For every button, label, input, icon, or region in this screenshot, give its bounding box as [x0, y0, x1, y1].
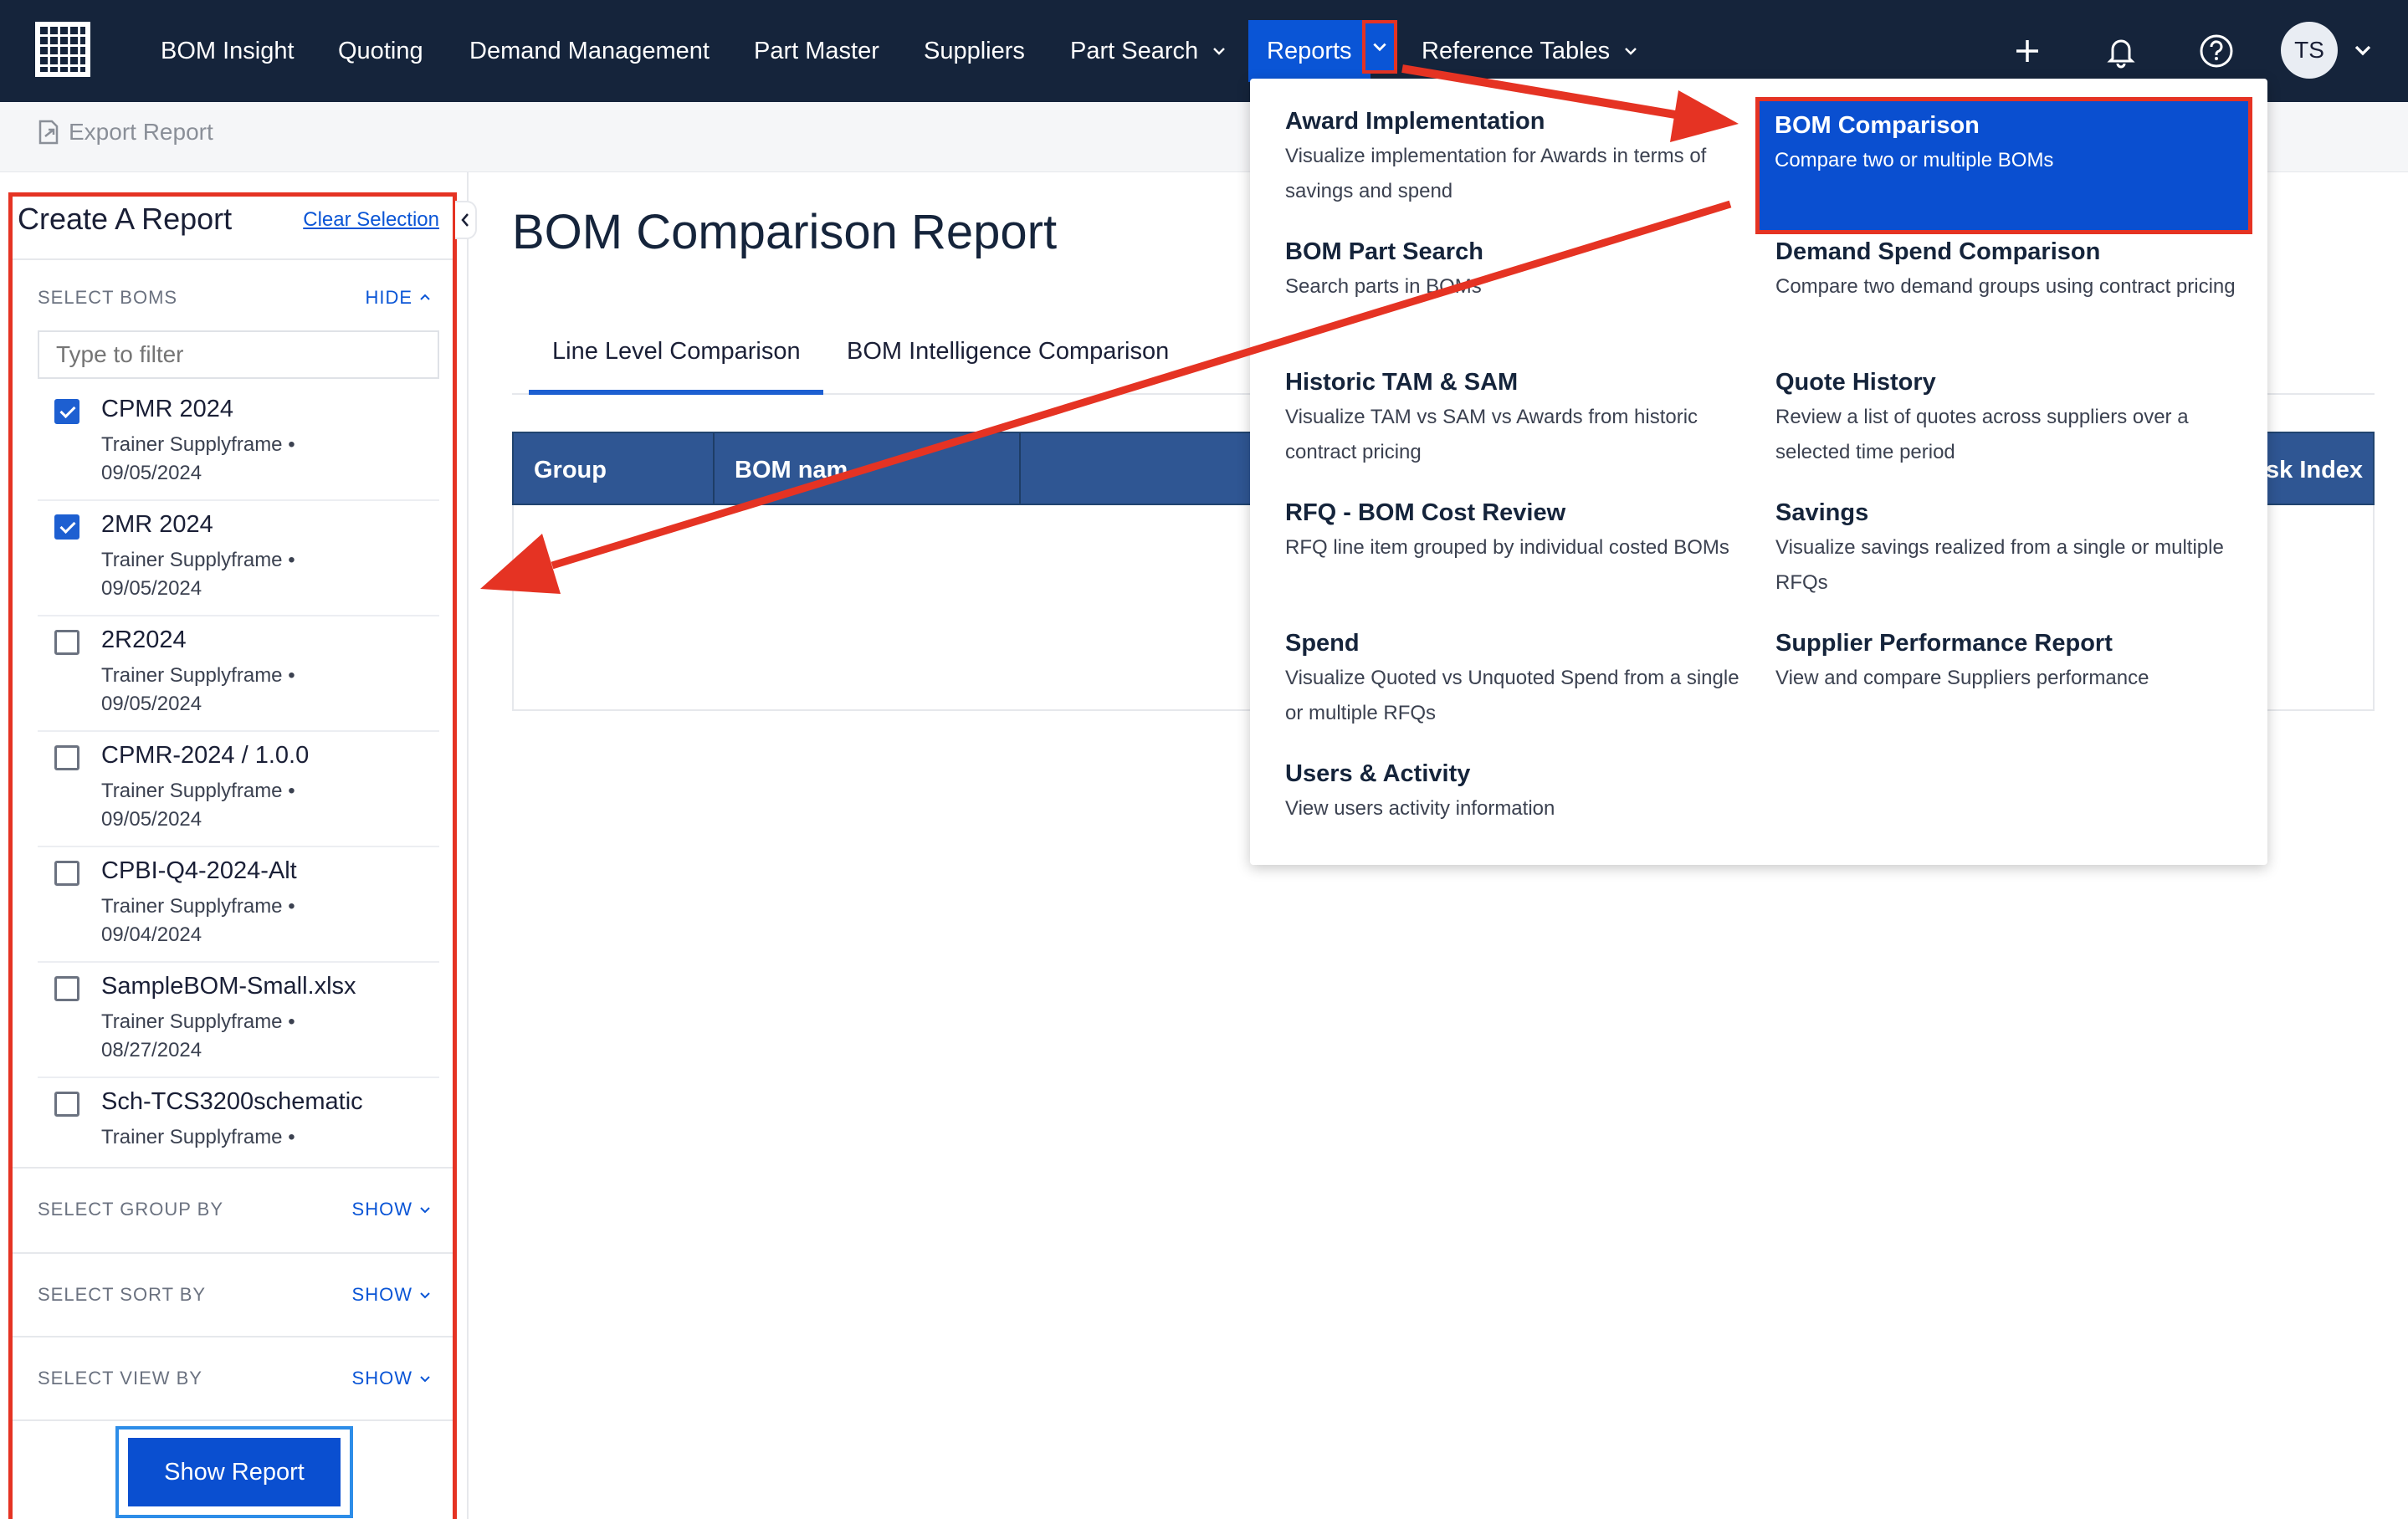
bom-filter-input[interactable] — [38, 330, 439, 379]
chevron-down-icon[interactable] — [2353, 40, 2373, 60]
menu-item-bom-comparison[interactable]: BOM Comparison Compare two or multiple B… — [1755, 97, 2252, 234]
menu-item-rfq-bom-cost-review[interactable]: RFQ - BOM Cost Review RFQ line item grou… — [1285, 495, 1754, 565]
nav-part-master[interactable]: Part Master — [754, 0, 879, 102]
bom-list-item[interactable]: CPMR 2024 Trainer Supplyframe • 09/05/202… — [38, 387, 439, 501]
collapse-panel-button[interactable] — [455, 201, 477, 239]
chevron-left-icon — [461, 213, 469, 227]
panel-title: Create A Report — [18, 202, 233, 236]
menu-item-spend[interactable]: Spend Visualize Quoted vs Unquoted Spend… — [1285, 626, 1754, 731]
column-header-bom-name[interactable]: BOM nam — [735, 457, 848, 484]
bom-name: CPMR-2024 / 1.0.0 — [101, 742, 310, 769]
group-by-label: SELECT GROUP BY — [38, 1199, 224, 1220]
bom-checkbox[interactable] — [54, 514, 79, 540]
bom-checkbox[interactable] — [54, 745, 79, 770]
nav-quoting[interactable]: Quoting — [338, 0, 423, 102]
chevron-down-icon — [420, 1376, 430, 1383]
chevron-down-icon — [420, 1292, 430, 1299]
show-report-highlight: Show Report — [115, 1426, 353, 1518]
reports-dropdown-toggle[interactable] — [1362, 20, 1397, 74]
user-avatar[interactable]: TS — [2281, 22, 2338, 79]
bom-checkbox[interactable] — [54, 1092, 79, 1117]
nav-suppliers[interactable]: Suppliers — [924, 0, 1025, 102]
bom-list-item[interactable]: CPBI-Q4-2024-Alt Trainer Supplyframe • 09… — [38, 849, 439, 963]
bom-checkbox[interactable] — [54, 976, 79, 1001]
bom-meta: Trainer Supplyframe • 09/04/2024 — [101, 895, 295, 946]
divider — [13, 1252, 453, 1254]
column-separator — [713, 433, 715, 504]
nav-part-search[interactable]: Part Search — [1070, 0, 1227, 102]
export-file-icon — [38, 120, 59, 145]
bom-list-item[interactable]: SampleBOM-Small.xlsx Trainer Supplyframe… — [38, 964, 439, 1078]
chevron-down-icon — [1625, 48, 1637, 55]
column-header-risk-index[interactable]: sk Index — [2266, 457, 2363, 484]
group-by-toggle[interactable]: SHOW — [352, 1199, 431, 1220]
export-report-button[interactable]: Export Report — [37, 119, 213, 146]
active-tab-indicator — [529, 390, 823, 395]
bom-checkbox[interactable] — [54, 399, 79, 424]
bom-name: CPMR 2024 — [101, 396, 233, 422]
divider — [13, 1167, 453, 1169]
divider — [13, 1336, 453, 1337]
chevron-down-icon — [1373, 43, 1386, 52]
bom-name: 2MR 2024 — [101, 511, 213, 538]
bom-list-item[interactable]: CPMR-2024 / 1.0.0 Trainer Supplyframe • 0… — [38, 734, 439, 847]
clear-selection-link[interactable]: Clear Selection — [303, 208, 439, 232]
bom-meta: Trainer Supplyframe • 09/05/2024 — [101, 549, 295, 600]
bom-name: Sch-TCS3200schematic — [101, 1088, 363, 1115]
bom-list-item[interactable]: 2R2024 Trainer Supplyframe • 09/05/2024 — [38, 618, 439, 732]
menu-item-bom-part-search[interactable]: BOM Part Search Search parts in BOMs — [1285, 234, 1754, 304]
chevron-down-icon — [1213, 48, 1226, 55]
bom-checkbox[interactable] — [54, 861, 79, 886]
bom-name: SampleBOM-Small.xlsx — [101, 973, 356, 1000]
sidebar-border — [467, 172, 469, 1519]
bom-name: 2R2024 — [101, 627, 187, 653]
nav-demand-management[interactable]: Demand Management — [469, 0, 710, 102]
help-icon[interactable] — [2197, 32, 2236, 70]
menu-item-savings[interactable]: Savings Visualize savings realized from … — [1775, 495, 2244, 601]
show-report-button[interactable]: Show Report — [128, 1438, 341, 1506]
view-by-label: SELECT VIEW BY — [38, 1368, 202, 1389]
menu-item-quote-history[interactable]: Quote History Review a list of quotes ac… — [1775, 365, 2244, 470]
menu-item-demand-spend-comparison[interactable]: Demand Spend Comparison Compare two dema… — [1775, 234, 2244, 304]
bom-name: CPBI-Q4-2024-Alt — [101, 857, 297, 884]
nav-bom-insight[interactable]: BOM Insight — [161, 0, 295, 102]
plus-icon[interactable] — [2008, 32, 2047, 70]
bom-meta: Trainer Supplyframe • 09/05/2024 — [101, 780, 295, 831]
menu-item-users-activity[interactable]: Users & Activity View users activity inf… — [1285, 756, 1754, 826]
column-separator — [1019, 433, 1021, 504]
nav-reports[interactable]: Reports — [1248, 20, 1371, 82]
menu-item-historic-tam-sam[interactable]: Historic TAM & SAM Visualize TAM vs SAM … — [1285, 365, 1754, 470]
divider — [13, 258, 453, 260]
menu-item-supplier-performance-report[interactable]: Supplier Performance Report View and com… — [1775, 626, 2244, 696]
sort-by-toggle[interactable]: SHOW — [352, 1284, 431, 1306]
view-by-toggle[interactable]: SHOW — [352, 1368, 431, 1389]
bom-meta: Trainer Supplyframe • 08/27/2024 — [101, 1010, 295, 1061]
divider — [13, 1419, 453, 1421]
tab-bom-intelligence-comparison[interactable]: BOM Intelligence Comparison — [847, 338, 1169, 366]
bell-icon[interactable] — [2102, 32, 2140, 70]
chevron-down-icon — [420, 1207, 430, 1214]
tab-line-level-comparison[interactable]: Line Level Comparison — [552, 338, 801, 366]
column-header-group[interactable]: Group — [534, 457, 607, 484]
reports-menu: Award Implementation Visualize implement… — [1250, 79, 2267, 865]
bom-meta: Trainer Supplyframe • 09/05/2024 — [101, 664, 295, 715]
app-logo-icon[interactable] — [35, 22, 90, 77]
bom-checkbox[interactable] — [54, 630, 79, 655]
create-report-panel: Create A Report Clear Selection SELECT B… — [8, 192, 457, 1519]
bom-meta: Trainer Supplyframe • 09/05/2024 — [101, 433, 295, 484]
sort-by-label: SELECT SORT BY — [38, 1284, 207, 1305]
bom-meta: Trainer Supplyframe • — [101, 1126, 295, 1148]
bom-list-item[interactable]: Sch-TCS3200schematic Trainer Supplyframe… — [38, 1080, 439, 1167]
select-boms-toggle[interactable]: HIDE — [365, 287, 431, 309]
select-boms-label: SELECT BOMS — [38, 287, 178, 308]
bom-list-item[interactable]: 2MR 2024 Trainer Supplyframe • 09/05/2024 — [38, 503, 439, 616]
chevron-up-icon — [420, 294, 430, 300]
page-title: BOM Comparison Report — [512, 205, 1058, 259]
menu-item-award-implementation[interactable]: Award Implementation Visualize implement… — [1285, 104, 1754, 209]
